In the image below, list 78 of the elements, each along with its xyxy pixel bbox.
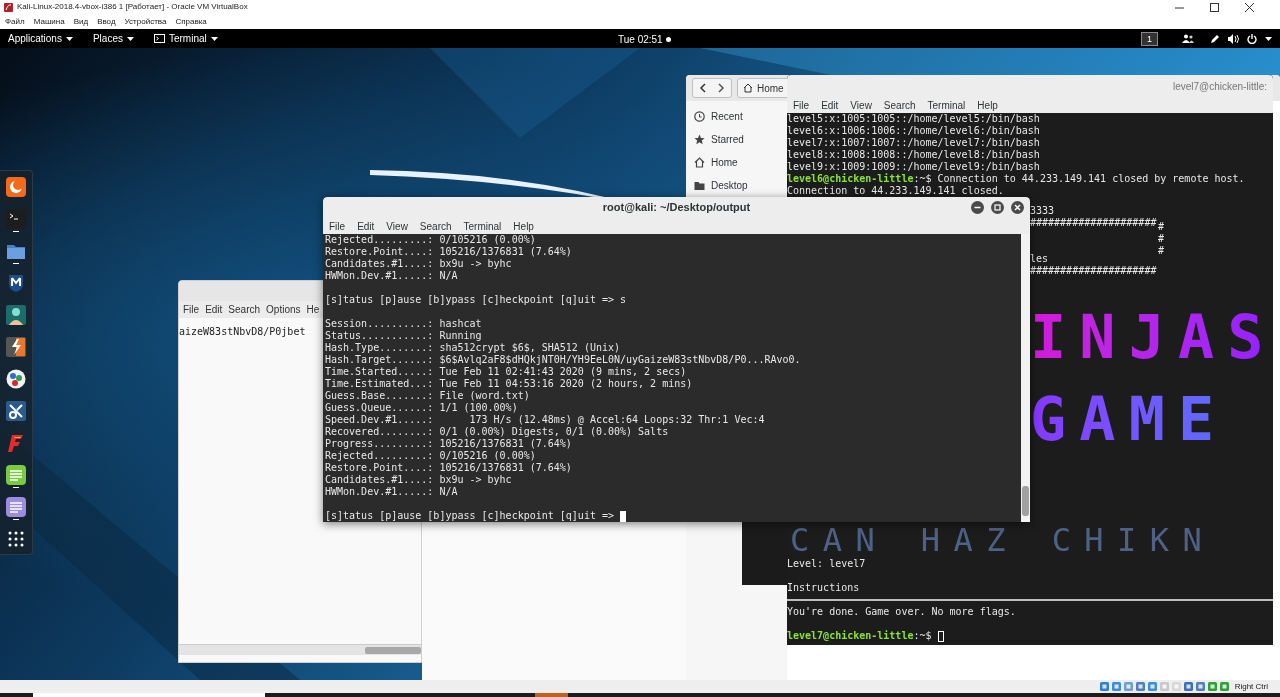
terminal-line: Guess.Base.......: File (word.txt) xyxy=(325,390,531,402)
menu-item[interactable]: Edit xyxy=(357,218,375,234)
terminal-line: Time.Started.....: Tue Feb 11 02:41:43 2020 (9 mins, 2 secs) xyxy=(325,366,688,378)
terminal-line: Rejected.........: 0/105216 (0.00%) xyxy=(325,234,537,246)
top-bar-menu[interactable]: Terminal xyxy=(153,31,218,46)
menu-item[interactable]: Edit xyxy=(205,302,223,317)
terminal-line: level5:x:1005:1005::/home/level5:/bin/bash xyxy=(787,113,1041,125)
terminal-line: level6:x:1006:1006::/home/level6:/bin/bash xyxy=(787,125,1041,137)
terminal-line: Recovered........: 0/1 (0.00%) Digests, 0/1 (0.00%) Salts xyxy=(325,426,670,438)
terminal-line: # xyxy=(1158,233,1165,245)
terminal-line: les xyxy=(1030,253,1049,264)
terminal-line: 3333 xyxy=(1030,205,1055,216)
menu-item[interactable]: File xyxy=(793,97,810,113)
terminal-line: Restore.Point....: 105216/1376831 (7.64%) xyxy=(325,462,573,474)
menu-item[interactable]: Terminal xyxy=(463,218,502,234)
menu-item[interactable]: Edit xyxy=(821,97,839,113)
terminal-line: Restore.Point....: 105216/1376831 (7.64%) xyxy=(325,246,573,258)
terminal-line: HWMon.Dev.#1.....: N/A xyxy=(325,270,459,282)
menu-item[interactable]: Устройства xyxy=(124,17,167,26)
editor-text: aizeW83stNbvD8/P0jbet xyxy=(179,326,306,338)
terminal-line: Connection to 44.233.149.141 closed. xyxy=(787,185,1005,197)
terminal-line: You're done. Game over. No more flags. xyxy=(787,606,1017,618)
menu-item[interactable]: Search xyxy=(419,218,452,234)
sidebar-item[interactable]: Recent xyxy=(686,105,787,128)
menu-item[interactable]: Terminal xyxy=(927,97,966,113)
menu-item[interactable]: View xyxy=(850,97,872,113)
path-button[interactable]: Home xyxy=(737,78,790,98)
menu-item[interactable]: Search xyxy=(228,302,261,317)
workspace-indicator[interactable]: 1 xyxy=(1141,31,1158,46)
terminal-line: Speed.Dev.#1.....: 173 H/s (12.48ms) @ Accel:64 Loops:32 Thr:1 Vec:4 xyxy=(325,414,766,426)
menu-item[interactable]: Вид xyxy=(73,17,89,26)
menu-item[interactable]: Ввод xyxy=(97,17,116,26)
terminal-line: Status...........: Running xyxy=(325,330,483,342)
terminal-line: Instructions xyxy=(787,582,861,594)
ascii-art-text: CAN HAZ CHIKN xyxy=(789,522,1216,558)
menu-item[interactable]: File xyxy=(183,302,200,317)
clock[interactable]: Tue 02:51 xyxy=(618,32,663,47)
terminal-line: Candidates.#1....: bx9u -> byhc xyxy=(325,474,513,486)
terminal-line: ##################### xyxy=(1030,265,1157,276)
terminal-line: [s]tatus [p]ause [b]ypass [c]heckpoint [q]uit => xyxy=(325,510,615,522)
terminal-line: # xyxy=(1158,245,1165,257)
terminal-line: Level: level7 xyxy=(787,558,867,570)
terminal-line: Hash.Type........: sha512crypt $6$, SHA512 (Unix) xyxy=(325,342,621,354)
terminal-line: Rejected.........: 0/105216 (0.00%) xyxy=(325,450,537,462)
terminal-line: level7@chicken-little:~$ xyxy=(787,630,933,642)
menu-item[interactable]: View xyxy=(386,218,408,234)
menu-item[interactable]: Search xyxy=(883,97,916,113)
terminal-line: Hash.Target......: $6$Avlq2aF8$dHQkjNT0H/YH9EeL0N/uyGaizeW83stNbvD8/P0...RAvo0. xyxy=(325,354,802,366)
window-title: Kali-Linux-2018.4-vbox-i386 1 [Работает] - Oracle VM VirtualBox xyxy=(17,3,248,11)
terminal-line: level8:x:1008:1008::/home/level8:/bin/bash xyxy=(787,149,1041,161)
terminal-line: Progress.........: 105216/1376831 (7.64%) xyxy=(325,438,573,450)
terminal-line: level7:x:1007:1007::/home/level7:/bin/bash xyxy=(787,137,1041,149)
host-key-label: Right Ctrl xyxy=(1234,680,1268,693)
menu-item[interactable]: He xyxy=(306,302,320,317)
menu-item[interactable]: Help xyxy=(977,97,998,113)
terminal-line: [s]tatus [p]ause [b]ypass [c]heckpoint [q]uit => s xyxy=(325,294,628,306)
menu-item[interactable]: Справка xyxy=(175,17,207,26)
sidebar-item[interactable]: Starred xyxy=(686,128,787,151)
menu-item[interactable]: Файл xyxy=(5,17,25,26)
menu-item[interactable]: Машина xyxy=(33,17,65,26)
top-bar-menu[interactable]: Places xyxy=(92,31,134,46)
terminal-line: level9:x:1009:1009::/home/level9:/bin/bash xyxy=(787,161,1041,173)
sidebar-item[interactable]: Desktop xyxy=(686,174,787,197)
terminal-line: ##################### xyxy=(1030,217,1157,228)
terminal-line: HWMon.Dev.#1.....: N/A xyxy=(325,486,459,498)
top-bar-menu[interactable]: Applications xyxy=(8,31,73,46)
menu-item[interactable]: Options xyxy=(266,302,301,317)
sidebar-item[interactable]: Home xyxy=(686,151,787,174)
menu-item[interactable]: File xyxy=(329,218,346,234)
terminal-line: Session..........: hashcat xyxy=(325,318,483,330)
terminal-line: level6@chicken-little:~$ Connection to 44.233.149.141 closed by remote host. xyxy=(787,173,1245,185)
terminal-line: Candidates.#1....: bx9u -> byhc xyxy=(325,258,513,270)
terminal-line: Time.Estimated...: Tue Feb 11 04:53:16 2020 (2 hours, 2 mins) xyxy=(325,378,694,390)
terminal-line: Guess.Queue......: 1/1 (100.00%) xyxy=(325,402,519,414)
window-title: level7@chicken-little: xyxy=(1172,79,1267,94)
menu-item[interactable]: Help xyxy=(513,218,534,234)
terminal-line: # xyxy=(1158,221,1165,233)
window-title: root@kali: ~/Desktop/output xyxy=(602,200,751,216)
